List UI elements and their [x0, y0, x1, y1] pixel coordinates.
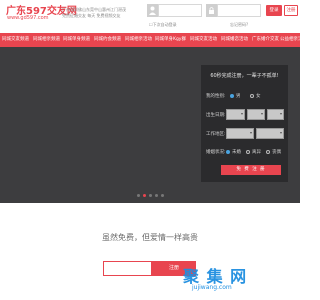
birth-month-select[interactable] — [247, 109, 265, 120]
cta-input-box[interactable] — [103, 261, 152, 276]
marital-option-label: 离异 — [252, 150, 261, 155]
gender-female-label: 女 — [256, 94, 261, 99]
site-header: 广东597交友网 www.gd597.com 广州深圳佛山东莞中山惠州江门湛茂 … — [0, 0, 300, 33]
user-icon — [147, 4, 158, 17]
gender-male-label: 男 — [236, 94, 241, 99]
nav-item[interactable]: 同城婚恋活动 — [221, 33, 248, 47]
city-select[interactable] — [256, 128, 284, 139]
carousel-dot[interactable] — [148, 194, 152, 197]
nav-item[interactable]: 同城交友频道 — [2, 33, 29, 47]
register-button[interactable]: 注册 — [284, 5, 298, 16]
marital-single-radio[interactable] — [226, 150, 230, 154]
chevron-down-icon — [241, 113, 243, 115]
forgot-password-link[interactable]: 忘记密码? — [230, 22, 248, 28]
marital-widowed-radio[interactable] — [266, 150, 270, 154]
password-input[interactable] — [217, 4, 261, 17]
birth-day-select[interactable] — [267, 109, 284, 120]
province-select[interactable] — [226, 128, 254, 139]
quick-signup-panel: 60秒完成注册，一辈子不孤单! 我的性别: 男 女 出生日期: 工作地区: 婚姻… — [201, 65, 288, 182]
carousel-dot[interactable] — [160, 194, 164, 197]
chevron-down-icon — [280, 132, 282, 134]
marital-option-label: 未婚 — [232, 150, 241, 155]
region-label: 工作地区: — [206, 132, 226, 137]
free-register-button[interactable]: 免 费 注 册 — [221, 165, 281, 175]
nav-item[interactable]: 公益相亲活动 — [280, 33, 300, 47]
hero-banner: 60秒完成注册，一辈子不孤单! 我的性别: 男 女 出生日期: 工作地区: 婚姻… — [0, 47, 300, 203]
nav-item[interactable]: 同城单身Kgy群 — [155, 33, 186, 47]
chevron-down-icon — [280, 113, 282, 115]
chevron-down-icon — [261, 113, 263, 115]
carousel-dot[interactable] — [142, 194, 146, 197]
main-nav: 同城交友频道 同城相亲频道 同城单身频道 同城约会频道 同城相亲活动 同城单身K… — [0, 33, 300, 47]
site-url: www.gd597.com — [7, 15, 49, 21]
birth-label: 出生日期: — [206, 113, 226, 118]
signup-title: 60秒完成注册，一辈子不孤单! — [210, 73, 279, 79]
nav-item[interactable]: 同城相亲频道 — [33, 33, 60, 47]
nav-item[interactable]: 同城单身频道 — [63, 33, 90, 47]
nav-item[interactable]: 同城约会频道 — [94, 33, 121, 47]
login-button[interactable]: 登录 — [266, 5, 282, 16]
carousel-dot[interactable] — [136, 194, 140, 197]
marital-divorced-radio[interactable] — [246, 150, 250, 154]
site-tagline: 广州深圳佛山东莞中山惠州江门湛茂 免费征婚交友 每天 免费视频交友 — [62, 7, 140, 19]
remember-me-checkbox[interactable]: ☐下次自动登录 — [149, 22, 177, 28]
nav-item[interactable]: 同城相亲活动 — [125, 33, 152, 47]
username-input[interactable] — [158, 4, 202, 17]
tagline-line: 免费征婚交友 每天 免费视频交友 — [62, 13, 121, 18]
nav-item[interactable]: 同城交友活动 — [190, 33, 217, 47]
gender-female-radio[interactable] — [250, 94, 254, 98]
slogan-text: 虽然免费，但爱情一样高贵 — [102, 233, 198, 242]
watermark-url: jujiwang.com — [192, 284, 232, 291]
gender-label: 我的性别: — [206, 94, 226, 99]
carousel-dots — [0, 194, 300, 197]
carousel-dot[interactable] — [154, 194, 158, 197]
birth-year-select[interactable] — [226, 109, 245, 120]
lock-icon — [206, 4, 217, 17]
marital-option-label: 丧偶 — [272, 150, 281, 155]
page: 广东597交友网 www.gd597.com 广州深圳佛山东莞中山惠州江门湛茂 … — [0, 0, 300, 300]
nav-item[interactable]: 广东婚介交友 — [252, 33, 279, 47]
chevron-down-icon — [250, 132, 252, 134]
gender-male-radio[interactable] — [230, 94, 234, 98]
marital-label: 婚姻状况: — [206, 150, 226, 155]
